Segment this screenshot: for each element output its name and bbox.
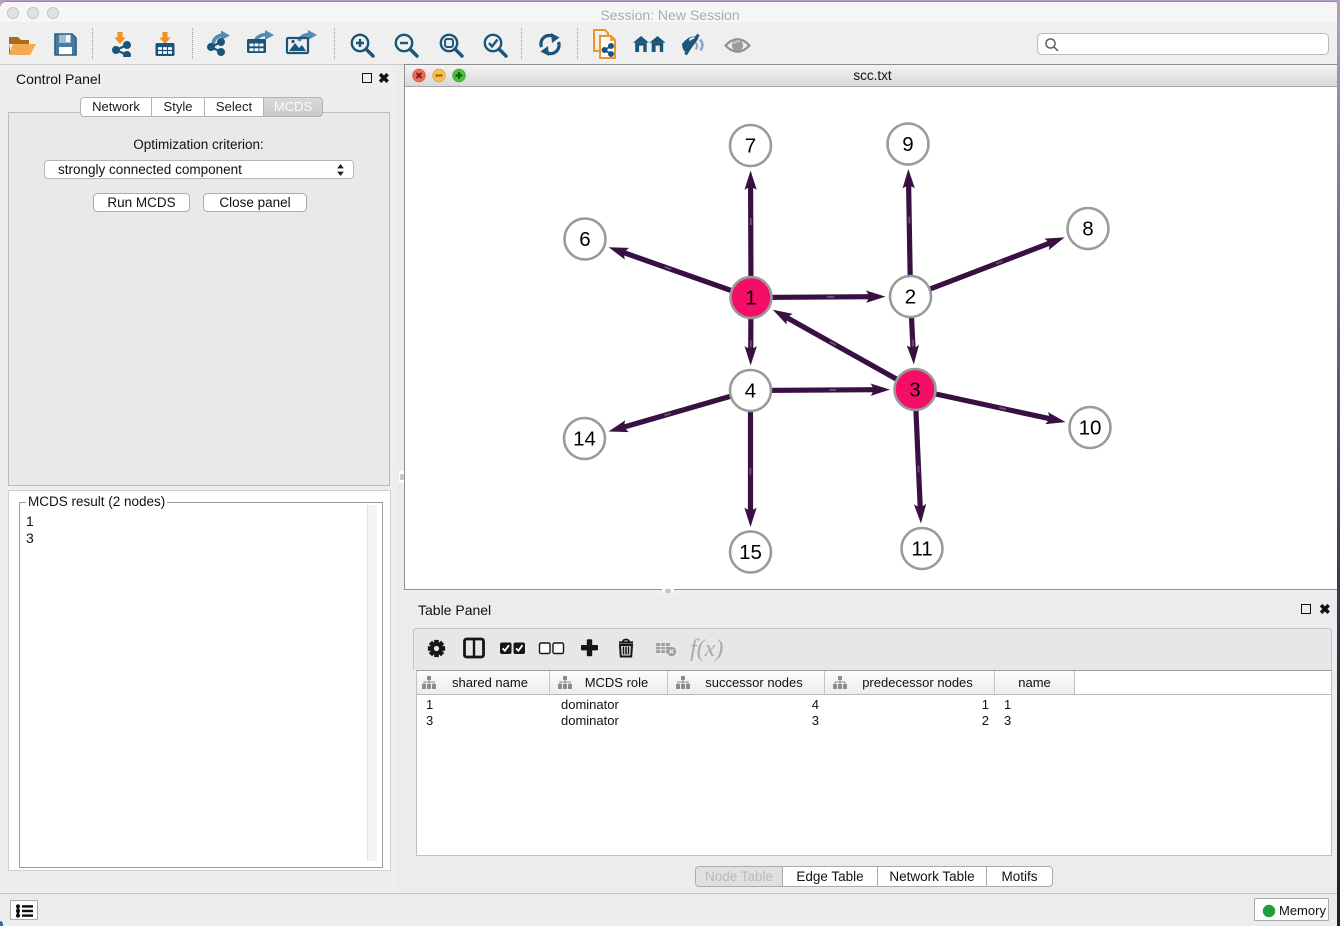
svg-text:1: 1: [745, 287, 756, 310]
svg-text:11: 11: [911, 538, 932, 561]
svg-text:15: 15: [739, 541, 762, 564]
svg-text:6: 6: [579, 228, 590, 251]
svg-text:4: 4: [745, 380, 756, 403]
svg-text:f(x): f(x): [690, 636, 723, 662]
svg-text:14: 14: [573, 428, 596, 451]
svg-text:2: 2: [905, 286, 916, 309]
svg-text:9: 9: [902, 133, 913, 156]
svg-text:10: 10: [1079, 417, 1102, 440]
svg-text:3: 3: [909, 379, 920, 402]
svg-text:8: 8: [1082, 218, 1093, 241]
svg-text:7: 7: [745, 135, 756, 158]
